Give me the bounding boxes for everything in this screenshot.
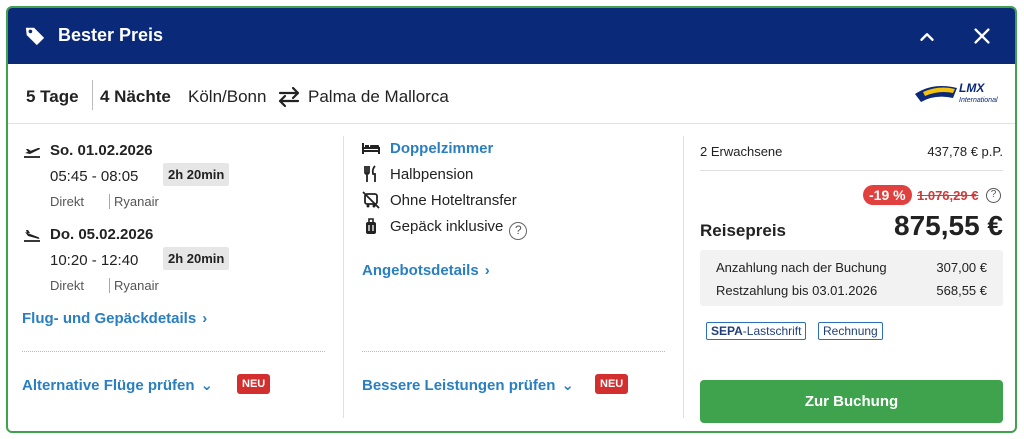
svg-text:LMX: LMX <box>959 81 985 95</box>
flight-duration: 2h 20min <box>163 163 230 186</box>
header-title: Bester Preis <box>58 25 164 45</box>
luggage-icon <box>366 218 376 234</box>
help-icon[interactable]: ? <box>509 222 528 240</box>
destination-airport: Palma de Mallorca <box>308 87 449 106</box>
board-type: Halbpension <box>390 166 474 183</box>
deposit-label: Anzahlung nach der Buchung <box>716 260 887 275</box>
flight-date: So. 01.02.2026 <box>50 142 153 159</box>
cutlery-icon <box>364 165 376 182</box>
luggage-label: Gepäck inklusive <box>390 218 504 235</box>
offer-details-label: Angebotsdetails <box>362 262 479 279</box>
room-type[interactable]: Doppelzimmer <box>390 140 493 157</box>
chevron-right-icon: › <box>484 262 490 279</box>
plane-landing-icon <box>24 230 40 242</box>
divider <box>700 170 1003 171</box>
offer-card: Bester Preis 5 Tage 4 Nächte Köln/Bonn P… <box>6 6 1017 433</box>
sepa-rest: -Lastschrift <box>742 324 802 338</box>
price-tag-icon <box>25 27 45 46</box>
flight-type: Direkt <box>50 278 84 293</box>
book-button[interactable]: Zur Buchung <box>700 380 1003 423</box>
flight-type: Direkt <box>50 194 84 209</box>
chevron-right-icon: › <box>202 310 208 327</box>
total-price-label: Reisepreis <box>700 221 786 240</box>
divider <box>92 80 93 110</box>
plane-takeoff-icon <box>24 147 40 158</box>
old-price: 1.076,29 € <box>917 188 979 203</box>
payment-method-sepa: SEPA-Lastschrift <box>706 322 807 340</box>
flight-date: Do. 05.02.2026 <box>50 226 154 243</box>
flight-time: 05:45 - 08:05 <box>50 168 139 185</box>
svg-text:International: International <box>959 97 998 104</box>
remaining-label: Restzahlung bis 03.01.2026 <box>716 283 878 298</box>
total-price: 875,55 € <box>894 210 1003 241</box>
chevron-down-icon: ⌄ <box>200 377 214 394</box>
payment-method-invoice: Rechnung <box>818 322 883 340</box>
origin-airport: Köln/Bonn <box>188 87 267 106</box>
help-icon[interactable]: ? <box>986 188 1001 203</box>
trip-days: 5 Tage <box>26 87 79 106</box>
discount-badge: -19 % <box>863 185 912 205</box>
offer-details-link[interactable]: Angebotsdetails › <box>362 262 490 279</box>
luggage-info: Gepäck inklusive? <box>390 218 528 240</box>
flight-duration: 2h 20min <box>163 247 230 270</box>
route-summary: 5 Tage 4 Nächte Köln/Bonn Palma de Mallo… <box>8 64 1015 124</box>
column-divider <box>343 136 344 418</box>
deposit-value: 307,00 € <box>936 260 987 275</box>
column-divider <box>683 136 684 418</box>
divider <box>22 351 325 352</box>
flight-details-link[interactable]: Flug- und Gepäckdetails › <box>22 310 207 327</box>
no-transfer-icon <box>362 191 380 209</box>
flight-time: 10:20 - 12:40 <box>50 252 139 269</box>
better-services-link[interactable]: Bessere Leistungen prüfen ⌄ <box>362 376 574 394</box>
trip-nights: 4 Nächte <box>100 87 171 106</box>
remaining-value: 568,55 € <box>936 283 987 298</box>
flight-details-label: Flug- und Gepäckdetails <box>22 310 197 327</box>
price-per-person: 437,78 € p.P. <box>927 144 1003 159</box>
payment-schedule: Anzahlung nach der Buchung 307,00 € Rest… <box>700 250 1003 306</box>
swap-arrows-icon <box>278 86 300 108</box>
new-badge: NEU <box>595 374 629 394</box>
flight-airline: Ryanair <box>109 194 159 209</box>
alternative-flights-label: Alternative Flüge prüfen <box>22 377 195 394</box>
flight-airline: Ryanair <box>109 278 159 293</box>
tour-operator-logo: LMX International <box>915 81 998 104</box>
chevron-down-icon: ⌄ <box>561 377 574 394</box>
better-services-label: Bessere Leistungen prüfen <box>362 377 556 394</box>
alternative-flights-link[interactable]: Alternative Flüge prüfen ⌄ <box>22 376 213 394</box>
divider <box>362 351 665 352</box>
card-header: Bester Preis <box>8 8 1015 64</box>
transfer-info: Ohne Hoteltransfer <box>390 192 517 209</box>
traveller-count: 2 Erwachsene <box>700 144 783 159</box>
new-badge: NEU <box>237 374 271 394</box>
close-icon[interactable] <box>971 25 993 47</box>
bed-icon <box>362 143 380 154</box>
chevron-up-icon[interactable] <box>916 26 938 48</box>
sepa-bold: SEPA <box>711 324 743 338</box>
